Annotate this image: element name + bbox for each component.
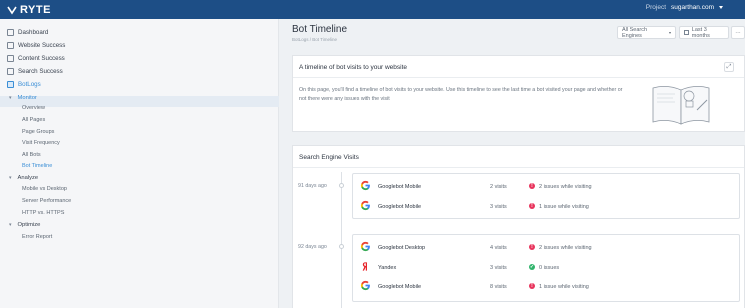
- sidebar-sub-all-bots[interactable]: All Bots: [22, 151, 41, 159]
- group-analyze[interactable]: ▾ Analyze: [9, 173, 38, 182]
- chevron-down-icon: ▾: [9, 94, 12, 101]
- visit-row[interactable]: Googlebot Mobile 2 visits ! 2 issues whi…: [353, 180, 739, 194]
- group-optimize[interactable]: ▾ Optimize: [9, 220, 40, 229]
- status-text: 2 issues while visiting: [539, 245, 592, 251]
- yandex-icon: [362, 262, 367, 271]
- intro-card: A timeline of bot visits to your website…: [292, 55, 745, 132]
- check-icon: ✓: [529, 264, 535, 270]
- visit-count: 8 visits: [490, 284, 507, 290]
- visit-count: 3 visits: [490, 204, 507, 210]
- sidebar-item-label: Dashboard: [18, 28, 49, 36]
- timeline-line: [341, 172, 342, 308]
- warning-icon: !: [529, 244, 535, 250]
- bot-name: Googlebot Mobile: [378, 184, 422, 190]
- expand-icon[interactable]: ⤢: [724, 62, 734, 72]
- sidebar: Dashboard Website Success Content Succes…: [0, 19, 279, 308]
- content-icon: [7, 54, 14, 62]
- sidebar-sub-server-performance[interactable]: Server Performance: [22, 197, 71, 205]
- visit-count: 4 visits: [490, 245, 507, 251]
- sidebar-item-content-success[interactable]: Content Success: [7, 53, 65, 63]
- project-selector[interactable]: Project sugarthan.com: [646, 4, 723, 11]
- dashboard-icon: [7, 28, 14, 36]
- sidebar-item-dashboard[interactable]: Dashboard: [7, 27, 48, 37]
- google-icon: [360, 241, 370, 252]
- calendar-icon: [684, 30, 689, 35]
- sidebar-item-label: Website Success: [18, 41, 66, 49]
- bot-name: Yandex: [378, 265, 397, 271]
- ryte-logo[interactable]: RYTE: [7, 3, 51, 16]
- more-options-button[interactable]: ···: [731, 26, 745, 39]
- sidebar-item-label: Search Success: [18, 67, 63, 75]
- sidebar-item-search-success[interactable]: Search Success: [7, 66, 63, 76]
- page-title: Bot Timeline: [292, 24, 348, 35]
- visit-row[interactable]: Googlebot Desktop 4 visits ! 2 issues wh…: [353, 241, 739, 255]
- top-bar: RYTE Project sugarthan.com: [0, 0, 745, 19]
- sidebar-sub-error-report[interactable]: Error Report: [22, 233, 52, 241]
- status-text: 1 issue while visiting: [539, 284, 589, 290]
- bot-name: Googlebot Mobile: [378, 284, 422, 290]
- group-label: Optimize: [17, 221, 41, 228]
- book-illustration-icon: [652, 86, 710, 125]
- visit-count: 2 visits: [490, 184, 507, 190]
- ryte-logo-icon: [7, 6, 17, 14]
- bot-name: Googlebot Desktop: [378, 245, 426, 251]
- chevron-down-icon: ▾: [668, 30, 671, 35]
- visit-row[interactable]: Googlebot Mobile 3 visits ! 1 issue whil…: [353, 200, 739, 214]
- status-text: 0 issues: [539, 265, 560, 271]
- chevron-down-icon: ▾: [9, 221, 12, 228]
- sidebar-item-label: BotLogs: [18, 80, 41, 88]
- botlogs-icon: [7, 80, 14, 88]
- group-label: Monitor: [17, 94, 37, 101]
- visit-count: 3 visits: [490, 265, 507, 271]
- date-range-button[interactable]: Last 3 months: [679, 26, 729, 39]
- google-icon: [360, 280, 370, 291]
- visit-group: Googlebot Desktop 4 visits ! 2 issues wh…: [352, 234, 740, 302]
- sidebar-item-website-success[interactable]: Website Success: [7, 40, 65, 50]
- website-icon: [7, 41, 14, 49]
- group-label: Analyze: [17, 174, 39, 181]
- intro-text: On this page, you'll find a timeline of …: [299, 87, 623, 102]
- google-icon: [360, 180, 370, 191]
- project-label: Project: [645, 4, 666, 11]
- timeline-date: 91 days ago: [298, 183, 327, 189]
- logo-text: RYTE: [20, 3, 51, 16]
- status-text: 2 issues while visiting: [539, 184, 592, 190]
- warning-icon: !: [529, 283, 535, 289]
- status-text: 1 issue while visiting: [539, 204, 589, 210]
- chevron-down-icon: ▾: [9, 174, 12, 181]
- sidebar-item-botlogs[interactable]: BotLogs: [7, 79, 41, 89]
- sidebar-item-label: Content Success: [18, 54, 65, 62]
- group-monitor[interactable]: ▾ Monitor: [9, 93, 37, 102]
- search-icon: [7, 67, 14, 75]
- filter-value: All Search Engines: [622, 26, 648, 39]
- bot-name: Googlebot Mobile: [378, 204, 422, 210]
- date-range-label: Last 3 months: [691, 26, 710, 39]
- sidebar-sub-page-groups[interactable]: Page Groups: [22, 128, 54, 136]
- visits-title: Search Engine Visits: [293, 146, 744, 168]
- sidebar-sub-overview[interactable]: Overview: [22, 104, 45, 112]
- more-icon: ···: [735, 29, 741, 36]
- timeline-date: 92 days ago: [298, 244, 327, 250]
- chevron-down-icon: [719, 6, 723, 9]
- intro-title: A timeline of bot visits to your website: [293, 56, 744, 78]
- visit-row[interactable]: Yandex 3 visits ✓ 0 issues: [353, 261, 739, 275]
- sidebar-sub-mobile-vs-desktop[interactable]: Mobile vs Desktop: [22, 185, 67, 193]
- breadcrumb[interactable]: BotLogs / Bot Timeline: [292, 37, 337, 42]
- google-icon: [360, 200, 370, 211]
- sidebar-sub-all-pages[interactable]: All Pages: [22, 116, 45, 124]
- visit-row[interactable]: Googlebot Mobile 8 visits ! 1 issue whil…: [353, 280, 739, 294]
- sidebar-sub-bot-timeline[interactable]: Bot Timeline: [22, 162, 52, 170]
- visit-group: Googlebot Mobile 2 visits ! 2 issues whi…: [352, 173, 740, 219]
- timeline-dot: [339, 244, 344, 249]
- sidebar-sub-visit-frequency[interactable]: Visit Frequency: [22, 139, 60, 147]
- sidebar-sub-http-vs-https[interactable]: HTTP vs. HTTPS: [22, 209, 64, 217]
- warning-icon: !: [529, 183, 535, 189]
- timeline-dot: [339, 183, 344, 188]
- project-value: sugarthan.com: [671, 4, 714, 11]
- search-engine-filter[interactable]: All Search Engines ▾: [617, 26, 676, 39]
- warning-icon: !: [529, 203, 535, 209]
